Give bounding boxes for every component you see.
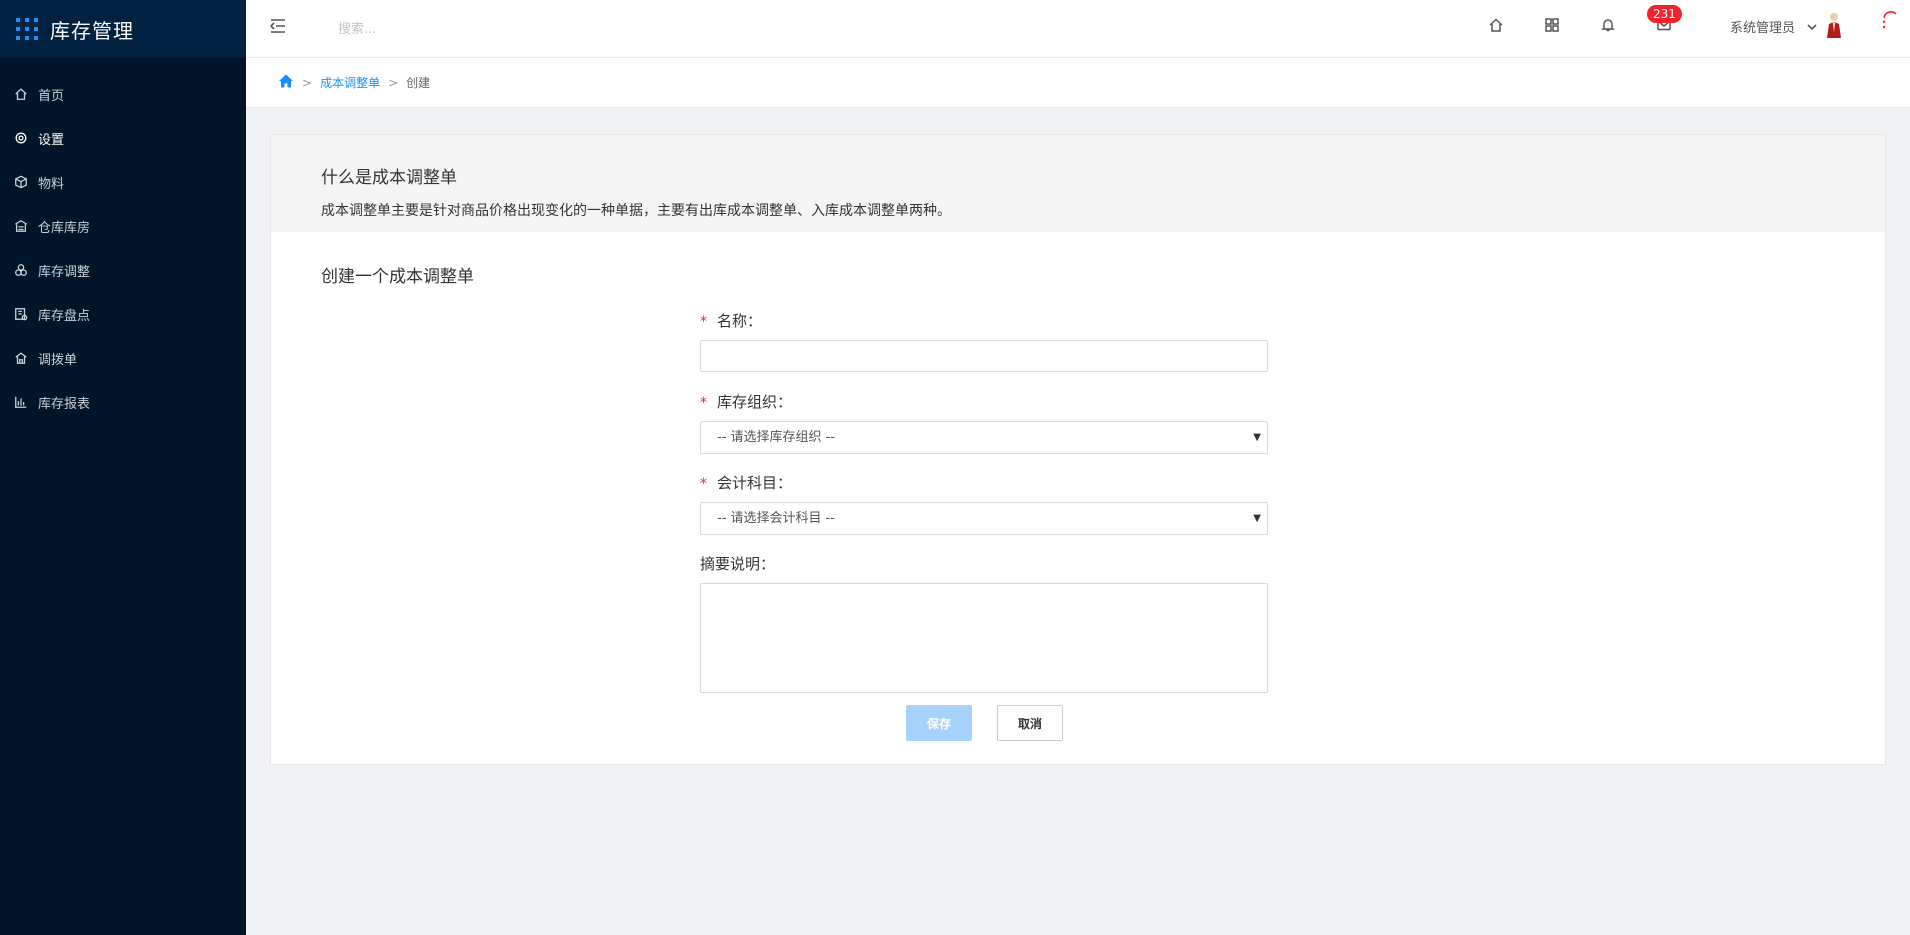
sidebar-item-label: 库存盘点 bbox=[38, 308, 91, 324]
org-group: * 库存组织： -- 请选择库存组织 -- ▼ bbox=[700, 392, 1268, 454]
grid-logo-icon[interactable] bbox=[16, 18, 38, 40]
sidebar: 库存管理 首页 设置 物料 仓库库房 库存调整 库存盘点 调拨单 库存报表 bbox=[0, 0, 246, 935]
home-icon[interactable] bbox=[1486, 15, 1506, 35]
sidebar-item-label: 设置 bbox=[38, 132, 65, 148]
chevron-down-icon[interactable] bbox=[1806, 18, 1818, 37]
sidebar-item-label: 仓库库房 bbox=[38, 220, 91, 236]
avatar[interactable] bbox=[1824, 12, 1844, 38]
breadcrumb-current: 创建 bbox=[406, 76, 431, 90]
mail-count-badge: 231 bbox=[1647, 5, 1682, 23]
account-select[interactable]: -- 请选择会计科目 -- ▼ bbox=[700, 502, 1268, 535]
sidebar-item-home[interactable]: 首页 bbox=[0, 72, 246, 116]
caret-down-icon: ▼ bbox=[1253, 513, 1261, 524]
required-mark: * bbox=[700, 476, 707, 492]
summary-textarea[interactable] bbox=[700, 583, 1268, 693]
name-group: * 名称： bbox=[700, 311, 1268, 372]
account-label: * 会计科目： bbox=[700, 474, 793, 492]
org-select[interactable]: -- 请选择库存组织 -- ▼ bbox=[700, 421, 1268, 454]
sidebar-item-label: 物料 bbox=[38, 176, 65, 192]
sidebar-item-label: 库存调整 bbox=[38, 264, 91, 280]
sidebar-item-settings[interactable]: 设置 bbox=[0, 116, 246, 160]
user-name[interactable]: 系统管理员 bbox=[1730, 17, 1795, 36]
name-label: * 名称： bbox=[700, 312, 763, 330]
name-input[interactable] bbox=[700, 340, 1268, 372]
topbar: 231 系统管理员 bbox=[246, 0, 1910, 58]
breadcrumb: > 成本调整单 > 创建 bbox=[246, 58, 1910, 108]
bar-chart-icon bbox=[13, 394, 29, 410]
summary-label: 摘要说明： bbox=[700, 555, 776, 573]
inventory-icon bbox=[13, 306, 29, 322]
app-title: 库存管理 bbox=[50, 18, 134, 43]
sidebar-item-warehouse[interactable]: 仓库库房 bbox=[0, 204, 246, 248]
form-title: 创建一个成本调整单 bbox=[321, 267, 474, 287]
required-mark: * bbox=[700, 314, 707, 330]
more-vertical-icon[interactable] bbox=[1878, 8, 1898, 38]
gear-icon bbox=[13, 130, 29, 146]
apps-grid-icon[interactable] bbox=[1542, 15, 1562, 35]
summary-group: 摘要说明： bbox=[700, 554, 1268, 693]
warehouse-icon bbox=[13, 218, 29, 234]
search-input[interactable] bbox=[336, 16, 640, 42]
breadcrumb-link[interactable]: 成本调整单 bbox=[320, 74, 380, 91]
org-label: * 库存组织： bbox=[700, 393, 793, 411]
sidebar-item-stocktake[interactable]: 库存盘点 bbox=[0, 292, 246, 336]
cancel-button[interactable]: 取消 bbox=[997, 705, 1063, 741]
sidebar-item-label: 首页 bbox=[38, 88, 65, 104]
intro-panel: 什么是成本调整单 成本调整单主要是针对商品价格出现变化的一种单据，主要有出库成本… bbox=[271, 135, 1885, 232]
adjust-icon bbox=[13, 262, 29, 278]
save-button[interactable]: 保存 bbox=[906, 705, 972, 741]
sidebar-item-reports[interactable]: 库存报表 bbox=[0, 380, 246, 424]
account-select-value: -- 请选择会计科目 -- bbox=[717, 511, 836, 526]
required-mark: * bbox=[700, 395, 707, 411]
box-icon bbox=[13, 174, 29, 190]
caret-down-icon: ▼ bbox=[1253, 432, 1261, 443]
home-icon bbox=[13, 86, 29, 102]
bell-icon[interactable] bbox=[1598, 15, 1618, 35]
intro-title: 什么是成本调整单 bbox=[321, 168, 457, 188]
org-select-value: -- 请选择库存组织 -- bbox=[717, 430, 836, 445]
transfer-icon bbox=[13, 350, 29, 366]
sidebar-item-transfer[interactable]: 调拨单 bbox=[0, 336, 246, 380]
sidebar-item-materials[interactable]: 物料 bbox=[0, 160, 246, 204]
sidebar-header: 库存管理 bbox=[0, 0, 246, 58]
sidebar-item-label: 调拨单 bbox=[38, 352, 78, 368]
form-card: 什么是成本调整单 成本调整单主要是针对商品价格出现变化的一种单据，主要有出库成本… bbox=[270, 134, 1886, 765]
sidebar-item-label: 库存报表 bbox=[38, 396, 91, 412]
menu-toggle-icon[interactable] bbox=[268, 16, 288, 36]
intro-text: 成本调整单主要是针对商品价格出现变化的一种单据，主要有出库成本调整单、入库成本调… bbox=[321, 203, 951, 219]
sidebar-item-stock-adjust[interactable]: 库存调整 bbox=[0, 248, 246, 292]
account-group: * 会计科目： -- 请选择会计科目 -- ▼ bbox=[700, 473, 1268, 535]
breadcrumb-separator: > bbox=[388, 75, 399, 90]
breadcrumb-home-icon[interactable] bbox=[278, 73, 294, 92]
breadcrumb-separator: > bbox=[302, 75, 313, 90]
sidebar-nav: 首页 设置 物料 仓库库房 库存调整 库存盘点 调拨单 库存报表 bbox=[0, 72, 246, 424]
